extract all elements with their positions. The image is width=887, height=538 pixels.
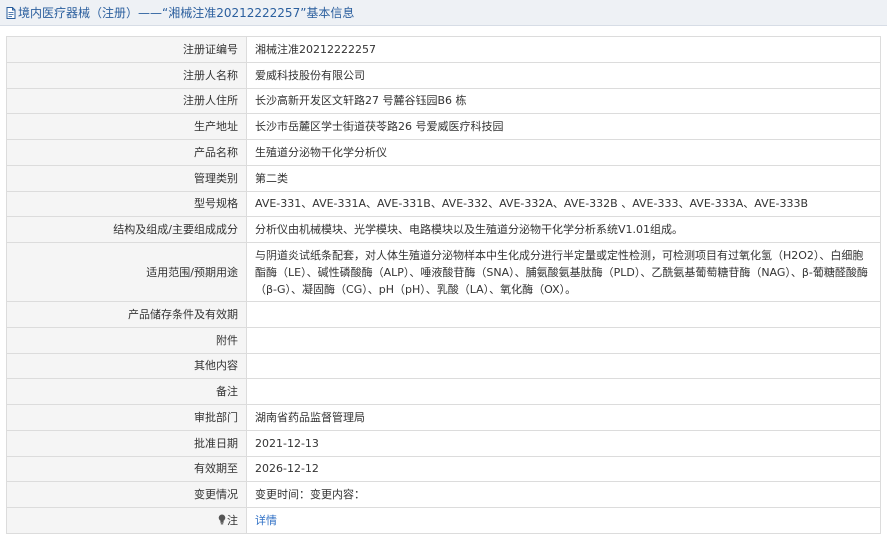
table-row: 其他内容 [6,352,881,380]
field-label: 产品名称 [6,139,247,166]
page-header: 境内医疗器械（注册）——“湘械注准20212222257”基本信息 [0,0,887,26]
field-value [246,301,881,328]
table-row: 变更情况 变更时间：变更内容： [6,481,881,508]
field-label: 变更情况 [6,481,247,508]
table-row: 注册证编号 湘械注准20212222257 [6,36,881,63]
page-title: 境内医疗器械（注册）——“湘械注准20212222257”基本信息 [18,6,355,20]
table-row: 批准日期 2021-12-13 [6,429,881,457]
table-row: 型号规格 AVE-331、AVE-331A、AVE-331B、AVE-332、A… [6,190,881,218]
field-value: 湘械注准20212222257 [246,36,881,63]
table-row: 适用范围/预期用途 与阴道炎试纸条配套，对人体生殖道分泌物样本中生化成分进行半定… [6,242,881,302]
field-label: 批准日期 [6,429,247,457]
table-row: 备注 [6,378,881,405]
field-label: 审批部门 [6,404,247,431]
field-label: 有效期至 [6,455,247,483]
note-label-cell: 注 [6,507,247,534]
field-value: 长沙高新开发区文轩路27 号麓谷钰园B6 栋 [246,87,881,115]
field-label: 生产地址 [6,113,247,140]
field-label: 结构及组成/主要组成成分 [6,216,247,243]
field-value: 与阴道炎试纸条配套，对人体生殖道分泌物样本中生化成分进行半定量或定性检测，可检测… [246,242,881,302]
field-value: 2021-12-13 [246,429,881,457]
note-value-cell: 详情 [246,507,881,534]
document-icon [6,6,16,19]
field-value: 变更时间：变更内容： [246,481,881,508]
field-value: AVE-331、AVE-331A、AVE-331B、AVE-332、AVE-33… [246,190,881,218]
table-row: 生产地址 长沙市岳麓区学士街道茯苓路26 号爱威医疗科技园 [6,113,881,140]
field-label: 注册人住所 [6,87,247,115]
field-label: 型号规格 [6,190,247,218]
field-label: 附件 [6,326,247,354]
field-label: 产品储存条件及有效期 [6,301,247,328]
field-label: 管理类别 [6,164,247,192]
table-row: 注册人住所 长沙高新开发区文轩路27 号麓谷钰园B6 栋 [6,87,881,115]
field-label: 适用范围/预期用途 [6,242,247,302]
field-value [246,378,881,405]
field-label: 注册证编号 [6,36,247,63]
field-value: 生殖道分泌物干化学分析仪 [246,139,881,166]
details-link[interactable]: 详情 [255,514,277,527]
lightbulb-icon [218,514,226,525]
table-row: 管理类别 第二类 [6,164,881,192]
table-row: 审批部门 湖南省药品监督管理局 [6,404,881,431]
info-table: 注册证编号 湘械注准20212222257 注册人名称 爱威科技股份有限公司 注… [6,36,881,534]
field-value: 爱威科技股份有限公司 [246,61,881,89]
table-row: 附件 [6,326,881,354]
note-label: 注 [227,513,238,527]
table-row: 产品储存条件及有效期 [6,301,881,328]
table-row: 注册人名称 爱威科技股份有限公司 [6,61,881,89]
table-row: 结构及组成/主要组成成分 分析仪由机械模块、光学模块、电路模块以及生殖道分泌物干… [6,216,881,243]
field-label: 其他内容 [6,352,247,380]
note-row: 注 详情 [6,507,881,534]
field-value: 湖南省药品监督管理局 [246,404,881,431]
field-value: 2026-12-12 [246,455,881,483]
field-value: 分析仪由机械模块、光学模块、电路模块以及生殖道分泌物干化学分析系统V1.01组成… [246,216,881,243]
table-row: 有效期至 2026-12-12 [6,455,881,483]
table-row: 产品名称 生殖道分泌物干化学分析仪 [6,139,881,166]
field-value [246,352,881,380]
field-value [246,326,881,354]
field-value: 第二类 [246,164,881,192]
field-label: 注册人名称 [6,61,247,89]
field-label: 备注 [6,378,247,405]
field-value: 长沙市岳麓区学士街道茯苓路26 号爱威医疗科技园 [246,113,881,140]
